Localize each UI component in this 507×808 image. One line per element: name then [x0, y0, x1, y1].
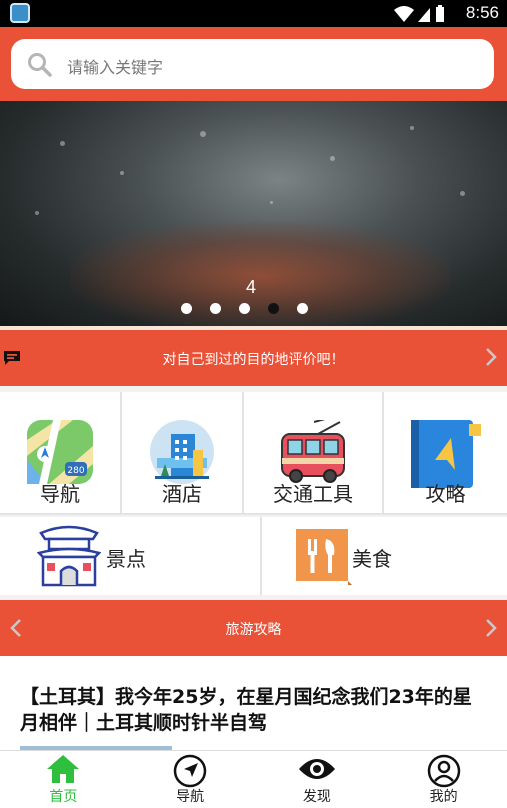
- category-label: 交通工具: [273, 482, 353, 506]
- svg-text:280: 280: [67, 466, 84, 476]
- food-cutlery-icon: [296, 529, 352, 589]
- chevron-right-icon[interactable]: [485, 618, 497, 642]
- home-icon: [46, 754, 80, 788]
- category-grid-row2: 景点 美食: [0, 517, 507, 595]
- category-label: 酒店: [162, 482, 202, 506]
- banner-carousel[interactable]: 4: [0, 101, 507, 326]
- banner-dot-active[interactable]: [268, 303, 279, 314]
- app-notification-icon: [10, 3, 30, 23]
- banner-pagination: [181, 303, 308, 314]
- tab-label: 发现: [302, 789, 331, 805]
- banner-dot[interactable]: [239, 303, 250, 314]
- signal-icon: [418, 8, 430, 22]
- tab-navigation[interactable]: 导航: [127, 751, 254, 808]
- wifi-icon: [394, 6, 414, 22]
- banner-dot[interactable]: [297, 303, 308, 314]
- category-guide[interactable]: 攻略: [384, 392, 507, 515]
- tab-label: 首页: [49, 789, 78, 805]
- tab-profile[interactable]: 我的: [380, 751, 507, 808]
- bottom-tab-bar: 首页 导航 发现 我的: [0, 750, 507, 808]
- banner-slide-number: 4: [246, 277, 257, 297]
- tab-discover[interactable]: 发现: [254, 751, 381, 808]
- category-label: 导航: [40, 482, 80, 506]
- category-label: 美食: [352, 547, 392, 571]
- category-grid-row1: 280 导航 酒店 交通工具 攻略: [0, 392, 507, 515]
- search-placeholder: 请输入关键字: [67, 58, 164, 77]
- status-time: 8:56: [465, 3, 499, 22]
- system-status-icons: [392, 4, 452, 28]
- category-transport[interactable]: 交通工具: [244, 392, 384, 515]
- category-food[interactable]: 美食: [262, 517, 507, 595]
- section-title: 旅游攻略: [225, 622, 282, 638]
- gate-tower-icon: [36, 523, 102, 591]
- search-header: 请输入关键字: [0, 27, 507, 101]
- search-input[interactable]: 请输入关键字: [11, 39, 494, 89]
- search-icon: [27, 52, 53, 82]
- eye-icon: [298, 754, 336, 788]
- chevron-right-icon[interactable]: [485, 347, 497, 371]
- article-title: 【土耳其】我今年25岁，在星月国纪念我们23年的星月相伴｜土耳其顺时针半自驾: [20, 686, 472, 734]
- review-prompt-text: 对自己到过的目的地评价吧！: [162, 352, 345, 368]
- banner-dot[interactable]: [210, 303, 221, 314]
- category-attractions[interactable]: 景点: [0, 517, 262, 595]
- category-label: 攻略: [425, 482, 466, 506]
- status-bar: 8:56: [0, 0, 507, 27]
- section-header-travel-guides: 旅游攻略: [0, 600, 507, 656]
- tab-label: 我的: [429, 789, 458, 805]
- review-prompt-bar[interactable]: 对自己到过的目的地评价吧！: [0, 330, 507, 386]
- category-navigation[interactable]: 280 导航: [0, 392, 122, 515]
- category-label: 景点: [106, 547, 146, 571]
- tab-home[interactable]: 首页: [0, 751, 127, 808]
- banner-dot[interactable]: [181, 303, 192, 314]
- tab-label: 导航: [176, 789, 205, 805]
- article-card[interactable]: 【土耳其】我今年25岁，在星月国纪念我们23年的星月相伴｜土耳其顺时针半自驾: [0, 656, 507, 750]
- battery-icon: [436, 5, 444, 22]
- category-hotel[interactable]: 酒店: [122, 392, 244, 515]
